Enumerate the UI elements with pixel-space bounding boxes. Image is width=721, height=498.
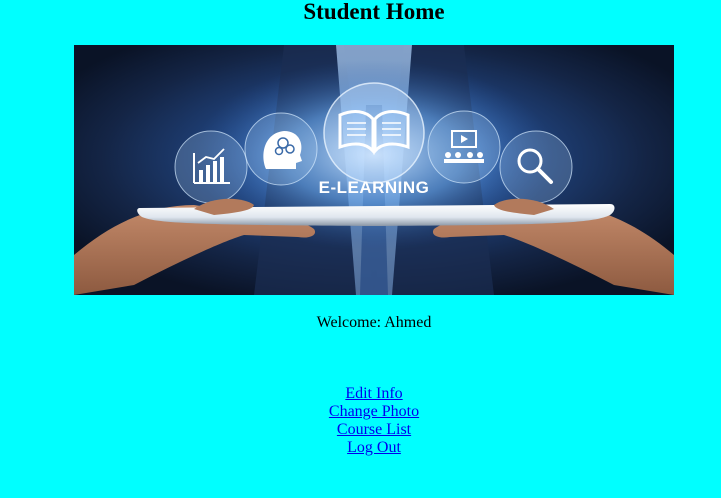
book-icon [323,82,425,184]
presentation-icon [427,110,501,184]
page-title: Student Home [303,0,445,24]
change-photo-link[interactable]: Change Photo [329,403,419,421]
chart-icon [174,130,248,204]
edit-info-link[interactable]: Edit Info [345,385,402,403]
banner-text: E-LEARNING [319,178,430,197]
page: Student Home E-LEARNING Welcome: Ahmed E… [0,0,721,498]
log-out-link[interactable]: Log Out [347,439,401,457]
e-learning-banner-image: E-LEARNING [74,45,674,295]
magnifier-icon [499,130,573,204]
course-list-link[interactable]: Course List [337,421,411,439]
brain-icon [244,112,318,186]
welcome-message: Welcome: Ahmed [316,314,432,331]
nav-links: Edit Info Change Photo Course List Log O… [0,385,721,457]
